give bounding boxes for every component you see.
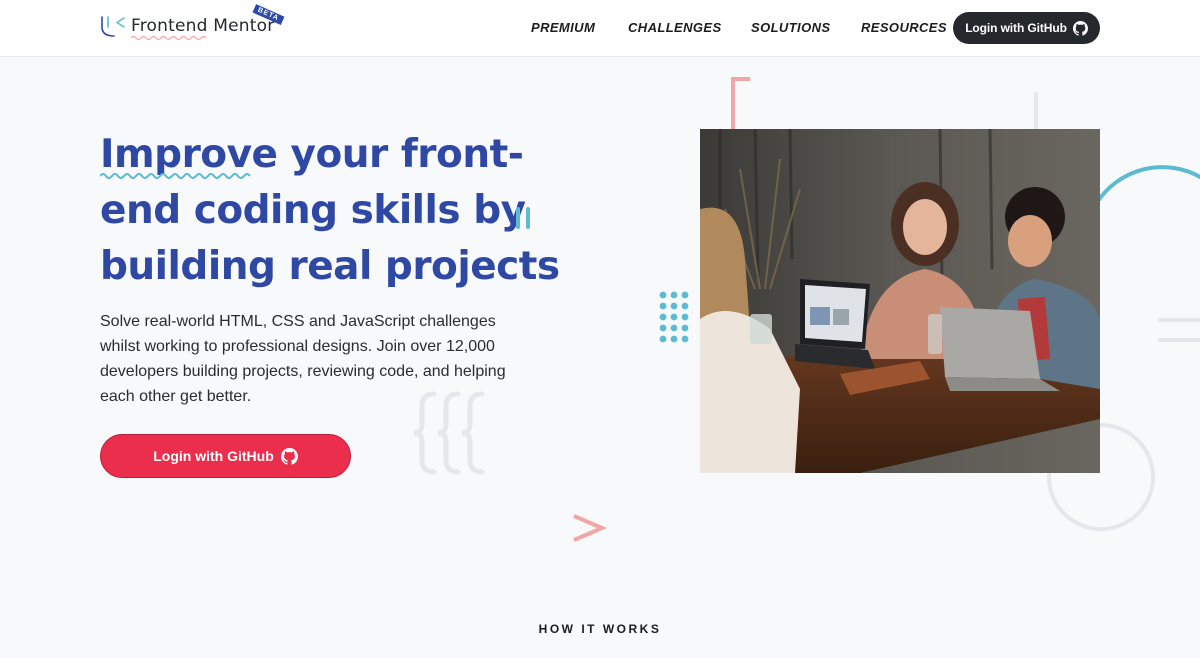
teal-dots-deco [659, 291, 689, 343]
teal-arc-deco [1094, 165, 1200, 206]
logo-squiggle-icon [131, 35, 207, 41]
github-icon [280, 447, 298, 465]
nav-premium[interactable]: PREMIUM [531, 20, 595, 35]
nav-challenges[interactable]: CHALLENGES [628, 20, 722, 35]
grey-equals-deco [1158, 318, 1200, 342]
pink-bracket-deco [731, 77, 750, 129]
pink-chevron-deco [573, 514, 608, 542]
logo-mark-icon [101, 16, 125, 37]
nav-solutions[interactable]: SOLUTIONS [751, 20, 830, 35]
teal-quote-deco [516, 207, 530, 229]
hero-login-github-button[interactable]: Login with GitHub [100, 434, 351, 478]
logo[interactable]: Frontend Mentor BETA [100, 4, 290, 42]
header-login-label: Login with GitHub [965, 21, 1067, 35]
hero-description: Solve real-world HTML, CSS and JavaScrip… [100, 313, 506, 405]
nav-resources[interactable]: RESOURCES [861, 20, 947, 35]
header-login-github-button[interactable]: Login with GitHub [953, 12, 1100, 44]
teal-squiggle-underline [100, 173, 251, 179]
github-icon [1072, 20, 1088, 36]
logo-text: Frontend Mentor [131, 16, 275, 36]
hero-photo [700, 129, 1100, 473]
how-it-works-heading: HOW IT WORKS [538, 622, 662, 636]
hero-login-label: Login with GitHub [153, 448, 274, 464]
hero-title: Improve your front-end coding skills by … [100, 127, 570, 295]
site-header: Frontend Mentor BETA PREMIUM CHALLENGES … [0, 0, 1200, 57]
